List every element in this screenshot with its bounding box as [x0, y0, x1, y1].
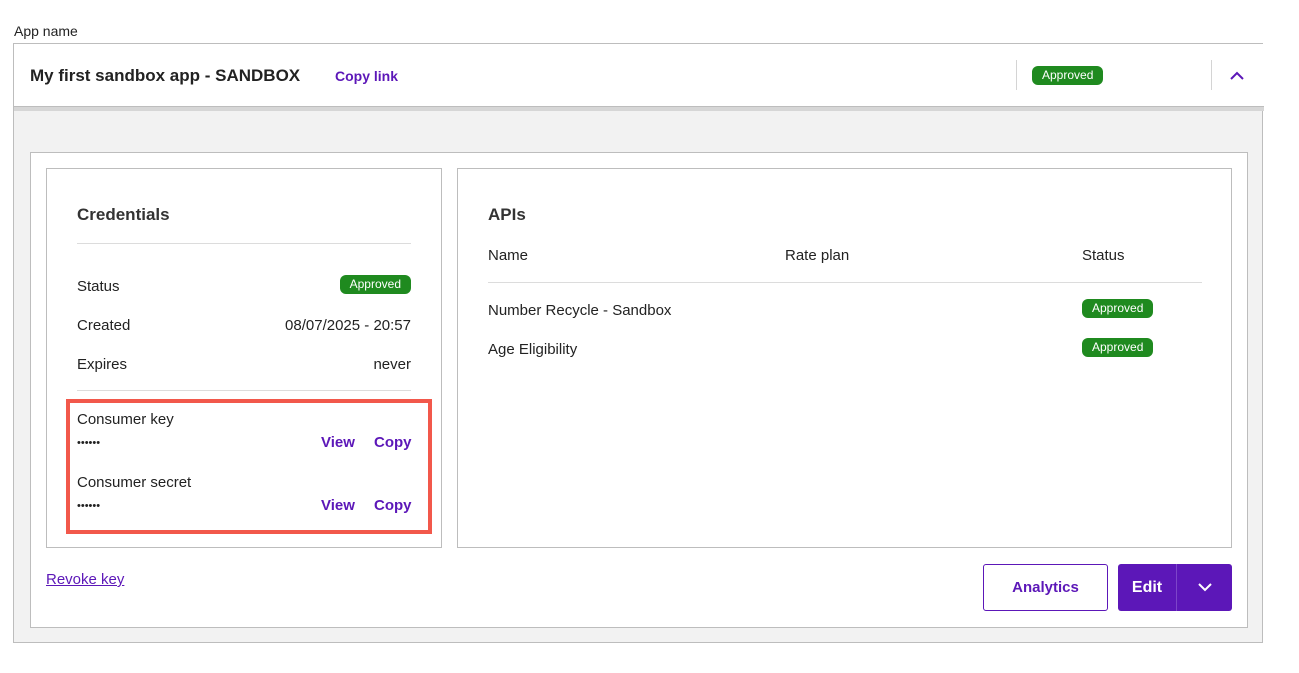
- divider: [77, 390, 411, 391]
- credentials-card: Credentials Status Approved Created 08/0…: [46, 168, 442, 548]
- edit-button-group: Edit: [1118, 564, 1232, 611]
- chevron-down-icon: [1197, 583, 1212, 592]
- chevron-up-icon: [1230, 71, 1244, 80]
- header-divider: [1211, 60, 1212, 90]
- app-panel: My first sandbox app - SANDBOX Copy link…: [13, 43, 1264, 643]
- status-badge: Approved: [339, 275, 411, 294]
- column-header-name: Name: [488, 247, 529, 264]
- app-name-label: App name: [14, 23, 78, 39]
- divider: [77, 243, 411, 244]
- apis-card: APIs Name Rate plan Status Number Recycl…: [457, 168, 1232, 548]
- app-details: Credentials Status Approved Created 08/0…: [30, 152, 1248, 628]
- divider: [488, 282, 1202, 283]
- edit-menu-button[interactable]: [1177, 564, 1232, 611]
- analytics-button[interactable]: Analytics: [983, 564, 1108, 611]
- credentials-title: Credentials: [77, 205, 170, 224]
- column-header-rate-plan: Rate plan: [785, 247, 850, 264]
- status-badge: Approved: [1032, 66, 1104, 85]
- api-row-name: Age Eligibility: [488, 341, 578, 358]
- api-row-status: Approved: [1082, 299, 1154, 318]
- expires-value: never: [373, 356, 411, 373]
- created-value: 08/07/2025 - 20:57: [285, 317, 411, 334]
- expires-label: Expires: [77, 356, 128, 373]
- app-status-badge: Approved: [1032, 66, 1104, 85]
- collapse-button[interactable]: [1226, 64, 1248, 86]
- edit-button[interactable]: Edit: [1118, 564, 1177, 611]
- created-label: Created: [77, 317, 131, 334]
- status-badge: Approved: [1082, 338, 1154, 357]
- header-divider: [1016, 60, 1017, 90]
- apis-title: APIs: [488, 205, 526, 224]
- app-header: My first sandbox app - SANDBOX Copy link…: [14, 44, 1264, 107]
- api-row-status: Approved: [1082, 338, 1154, 357]
- copy-link-button[interactable]: Copy link: [335, 68, 398, 84]
- api-row-name: Number Recycle - Sandbox: [488, 302, 672, 319]
- status-label: Status: [77, 278, 120, 295]
- status-badge: Approved: [1082, 299, 1154, 318]
- credentials-status: Approved: [339, 275, 411, 294]
- app-title: My first sandbox app - SANDBOX: [30, 66, 301, 85]
- revoke-key-link[interactable]: Revoke key: [46, 571, 124, 588]
- consumer-credentials-highlight: [66, 399, 432, 534]
- column-header-status: Status: [1082, 247, 1125, 264]
